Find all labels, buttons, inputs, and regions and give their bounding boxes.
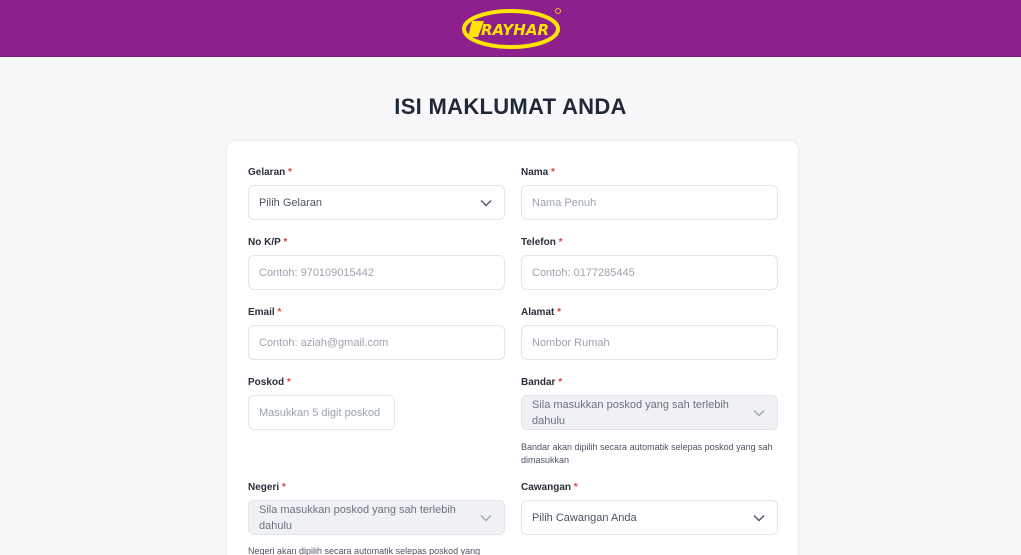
logo-text: RAYHAR bbox=[481, 21, 549, 39]
nama-input[interactable]: Nama Penuh bbox=[521, 185, 778, 220]
negeri-hint: Negeri akan dipilih secara automatik sel… bbox=[248, 546, 481, 555]
bandar-select-value: Sila masukkan poskod yang sah terlebih d… bbox=[532, 398, 729, 427]
form-card: Gelaran * Pilih Gelaran Nama * Nama Penu… bbox=[226, 140, 799, 555]
cawangan-select[interactable]: Pilih Cawangan Anda bbox=[521, 500, 778, 535]
bandar-label: Bandar * bbox=[521, 377, 563, 388]
cawangan-select-value: Pilih Cawangan Anda bbox=[532, 511, 637, 524]
chevron-down-icon bbox=[480, 199, 492, 206]
telefon-label: Telefon * bbox=[521, 237, 563, 248]
nokp-label: No K/P * bbox=[248, 237, 288, 248]
rayhar-logo[interactable]: RAYHAR bbox=[462, 7, 562, 49]
nama-placeholder: Nama Penuh bbox=[532, 196, 597, 209]
telefon-placeholder: Contoh: 0177285445 bbox=[532, 266, 635, 279]
telefon-input[interactable]: Contoh: 0177285445 bbox=[521, 255, 778, 290]
chevron-down-icon bbox=[753, 409, 765, 416]
gelaran-select[interactable]: Pilih Gelaran bbox=[248, 185, 505, 220]
page-title: ISI MAKLUMAT ANDA bbox=[394, 94, 627, 119]
chevron-down-icon bbox=[753, 514, 765, 521]
email-placeholder: Contoh: aziah@gmail.com bbox=[259, 336, 389, 349]
negeri-select-value: Sila masukkan poskod yang sah terlebih d… bbox=[259, 503, 456, 532]
top-header-bar: RAYHAR bbox=[0, 0, 1021, 57]
poskod-label: Poskod * bbox=[248, 377, 291, 388]
nama-label: Nama * bbox=[521, 167, 555, 178]
poskod-placeholder: Masukkan 5 digit poskod bbox=[259, 406, 381, 419]
nokp-input[interactable]: Contoh: 970109015442 bbox=[248, 255, 505, 290]
negeri-label: Negeri * bbox=[248, 482, 286, 493]
email-input[interactable]: Contoh: aziah@gmail.com bbox=[248, 325, 505, 360]
nokp-placeholder: Contoh: 970109015442 bbox=[259, 266, 374, 279]
cawangan-label: Cawangan * bbox=[521, 482, 578, 493]
alamat-input[interactable]: Nombor Rumah bbox=[521, 325, 778, 360]
email-label: Email * bbox=[248, 307, 282, 318]
alamat-label: Alamat * bbox=[521, 307, 562, 318]
negeri-select[interactable]: Sila masukkan poskod yang sah terlebih d… bbox=[248, 500, 505, 535]
chevron-down-icon bbox=[480, 514, 492, 521]
bandar-select[interactable]: Sila masukkan poskod yang sah terlebih d… bbox=[521, 395, 778, 430]
alamat-placeholder: Nombor Rumah bbox=[532, 336, 610, 349]
gelaran-select-value: Pilih Gelaran bbox=[259, 196, 322, 209]
poskod-input[interactable]: Masukkan 5 digit poskod bbox=[248, 395, 395, 430]
gelaran-label: Gelaran * bbox=[248, 167, 292, 178]
bandar-hint: Bandar akan dipilih secara automatik sel… bbox=[521, 442, 773, 465]
